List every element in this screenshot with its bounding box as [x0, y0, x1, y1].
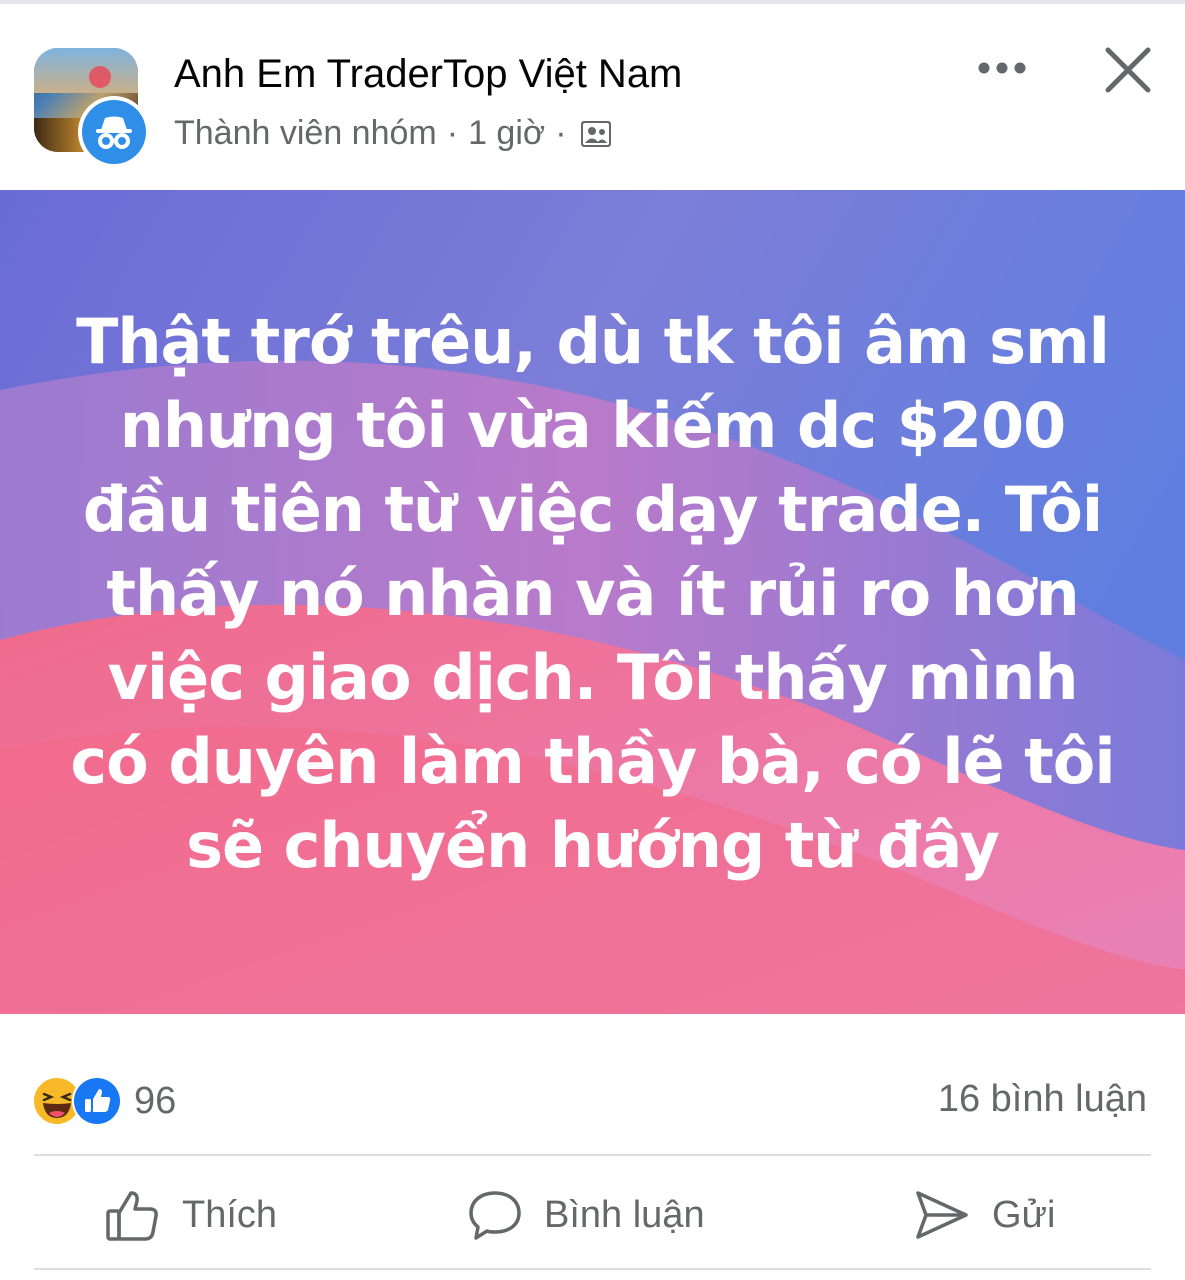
anonymous-badge: [78, 96, 150, 168]
meta-separator: ·: [555, 114, 567, 152]
send-icon: [916, 1191, 968, 1239]
meta-separator: ·: [446, 114, 459, 152]
reactions-summary[interactable]: 96: [32, 1076, 176, 1126]
incognito-icon: [82, 100, 146, 164]
actions-top-divider: [34, 1154, 1151, 1156]
send-button[interactable]: Gửi: [914, 1180, 1055, 1250]
more-horizontal-icon: [978, 62, 1026, 74]
comment-button[interactable]: Bình luận: [468, 1180, 705, 1250]
group-members-icon: [579, 117, 613, 151]
author-role: Thành viên nhóm: [174, 114, 437, 152]
like-outline-icon: [106, 1191, 158, 1241]
avatar-sky: [34, 48, 138, 93]
close-icon: [1105, 47, 1151, 93]
reaction-count[interactable]: 96: [134, 1080, 176, 1123]
post-meta: Thành viên nhóm · 1 giờ ·: [174, 114, 613, 153]
more-options-button[interactable]: [968, 48, 1036, 88]
comment-icon: [469, 1191, 521, 1240]
avatar-red-shape: [89, 66, 111, 88]
post-background[interactable]: Thật trớ trêu, dù tk tôi âm sml nhưng tô…: [0, 190, 1185, 1014]
top-divider: [0, 0, 1185, 4]
group-avatar-wrap[interactable]: [34, 48, 150, 168]
actions-bottom-divider: [34, 1268, 1151, 1270]
post-text: Thật trớ trêu, dù tk tôi âm sml nhưng tô…: [70, 305, 1115, 882]
like-button[interactable]: Thích: [104, 1180, 277, 1250]
close-post-button[interactable]: [1098, 40, 1158, 100]
post-card: Anh Em TraderTop Việt Nam Thành viên nhó…: [0, 0, 1185, 1280]
like-label: Thích: [182, 1193, 278, 1236]
send-label: Gửi: [992, 1193, 1056, 1236]
like-icon: [72, 1076, 122, 1126]
group-name[interactable]: Anh Em TraderTop Việt Nam: [174, 52, 682, 97]
post-time[interactable]: 1 giờ: [468, 114, 545, 153]
comment-count[interactable]: 16 bình luận: [938, 1078, 1147, 1121]
comment-label: Bình luận: [544, 1193, 705, 1236]
